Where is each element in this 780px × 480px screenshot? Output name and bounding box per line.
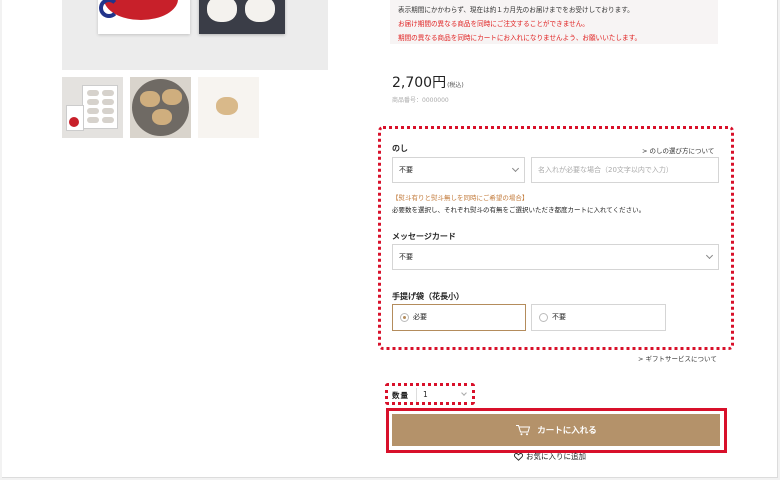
bag-option-not-needed[interactable]: 不要 xyxy=(531,304,666,331)
bag-option-not-needed-label: 不要 xyxy=(552,313,566,321)
add-to-favorites-link[interactable]: お気に入りに追加 xyxy=(514,451,586,462)
message-card-label: メッセージカード xyxy=(392,232,456,241)
noshi-guide-link[interactable]: > のしの選び方について xyxy=(642,145,714,155)
gift-service-link-label: ギフトサービスについて xyxy=(645,355,717,363)
noshi-label: のし xyxy=(392,144,408,153)
noshi-select-value: 不要 xyxy=(399,166,413,174)
price-tax-note: (税込) xyxy=(447,82,464,89)
quantity-value: 1 xyxy=(423,390,428,399)
notice-line-1: 表示期間にかかわらず、現在は約１カ月先のお届けまでをお受けしております。 xyxy=(398,6,634,14)
delivery-notice: 表示期間にかかわらず、現在は約１カ月先のお届けまでをお受けしております。 お届け… xyxy=(390,0,718,44)
gift-service-link[interactable]: > ギフトサービスについて xyxy=(638,353,717,363)
noshi-note: 必要数を選択し、それぞれ熨斗の有無をご選択いただき都度カートに入れてください。 xyxy=(392,206,646,214)
radio-selected-icon xyxy=(400,313,409,322)
noshi-guide-link-label: のしの選び方について xyxy=(649,147,715,155)
add-to-cart-button[interactable]: カートに入れる xyxy=(392,414,720,446)
chevron-down-icon xyxy=(461,390,467,396)
product-thumbnail-3[interactable] xyxy=(198,77,259,138)
noshi-name-input[interactable] xyxy=(531,157,719,183)
bag-label: 手提げ袋（花長小） xyxy=(392,292,464,301)
radio-unselected-icon xyxy=(539,313,548,322)
product-code: 商品番号：0000000 xyxy=(392,97,449,104)
quantity-select[interactable]: 1 xyxy=(416,388,472,402)
chevron-down-icon xyxy=(705,251,714,260)
main-product-image xyxy=(62,0,328,70)
product-thumbnail-1[interactable] xyxy=(62,77,123,138)
message-card-select-value: 不要 xyxy=(399,253,413,261)
noshi-select[interactable]: 不要 xyxy=(392,157,525,183)
page: 表示期間にかかわらず、現在は約１カ月先のお届けまでをお受けしております。 お届け… xyxy=(2,0,778,478)
notice-line-3: 期間の異なる商品を同時にカートにお入れになりませんよう、お願いいたします。 xyxy=(398,34,642,42)
notice-line-2: お届け期間の異なる商品を同時にご注文することができません。 xyxy=(398,20,589,28)
bag-option-needed-label: 必要 xyxy=(413,313,427,321)
chevron-right-icon: > xyxy=(642,147,648,155)
add-to-cart-label: カートに入れる xyxy=(537,425,597,435)
bag-option-needed[interactable]: 必要 xyxy=(392,304,526,331)
add-to-favorites-label: お気に入りに追加 xyxy=(526,452,586,461)
price-amount: 2,700円 xyxy=(392,75,447,91)
quantity-label: 数量 xyxy=(392,391,409,400)
noshi-note-heading: 【熨斗有りと熨斗無しを同時にご希望の場合】 xyxy=(392,194,529,202)
chevron-right-icon: > xyxy=(638,355,644,363)
price: 2,700円(税込) xyxy=(392,72,464,92)
chevron-down-icon xyxy=(511,164,520,173)
message-card-select[interactable]: 不要 xyxy=(392,244,719,270)
product-thumbnail-2[interactable] xyxy=(130,77,191,138)
heart-icon xyxy=(514,452,523,461)
cart-icon xyxy=(515,424,531,436)
